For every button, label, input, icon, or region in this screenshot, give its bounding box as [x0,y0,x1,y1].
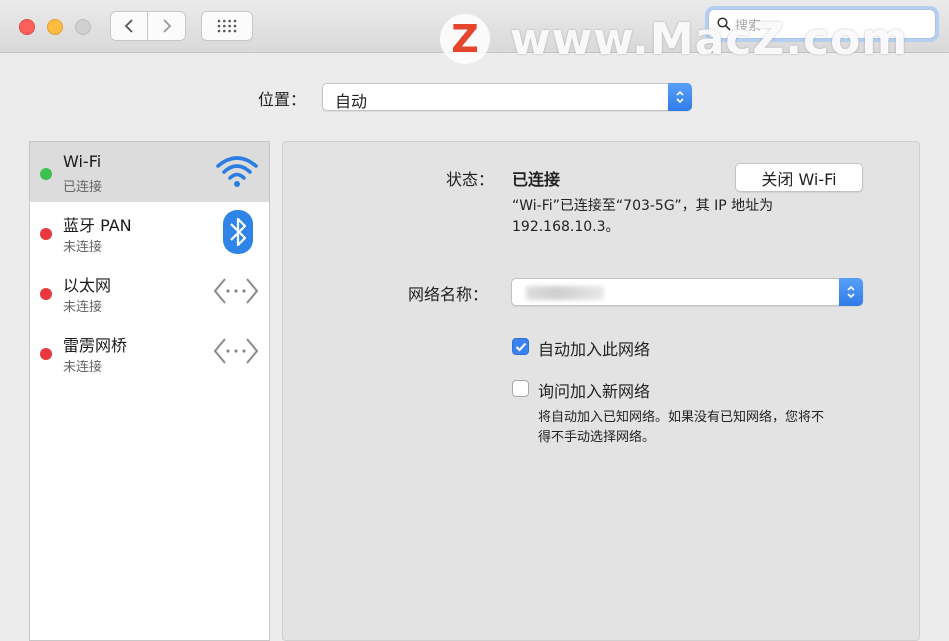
location-label: 位置： [258,90,307,109]
ethernet-icon [213,278,259,304]
status-dot [40,168,52,180]
service-name: Wi-Fi [63,152,102,171]
location-popup[interactable]: 自动 [322,83,692,111]
popup-stepper-icon [668,83,692,111]
network-name-value-redacted [526,286,604,300]
zoom-window-button[interactable] [75,19,91,35]
status-dot [40,228,52,240]
status-value: 已连接 [512,170,561,189]
ask-join-description-line1: 将自动加入已知网络。如果没有已知网络，您将不 [538,410,825,425]
turn-off-wifi-button[interactable]: 关闭 Wi-Fi [735,163,863,192]
service-name: 雷雳网桥 [63,336,128,355]
service-item-wifi[interactable]: Wi-Fi 已连接 [30,142,269,202]
chevron-right-icon [162,19,171,33]
service-status: 未连接 [63,240,103,255]
ask-join-label[interactable]: 询问加入新网络 [538,378,650,402]
service-list[interactable]: Wi-Fi 已连接 蓝牙 PAN 未连接 以太网 未连接 雷雳网桥 未连接 [29,141,270,641]
grid-icon [217,19,237,33]
watermark: Z www.MacZ.com [440,12,908,66]
service-status: 未连接 [63,300,103,315]
service-item-ethernet[interactable]: 以太网 未连接 [30,262,269,322]
status-description-line1: “Wi-Fi”已连接至“703-5G”，其 IP 地址为 [512,198,774,214]
detail-pane: 状态： 已连接 关闭 Wi-Fi “Wi-Fi”已连接至“703-5G”，其 I… [282,141,920,641]
status-dot [40,348,52,360]
location-value: 自动 [335,92,368,111]
back-button[interactable] [110,11,148,41]
status-label: 状态： [446,170,495,189]
bluetooth-icon [223,210,253,254]
show-all-button[interactable] [201,11,253,41]
wifi-icon [216,156,258,187]
watermark-text: www.MacZ.com [510,13,909,65]
minimize-window-button[interactable] [47,19,63,35]
ask-join-description-line2: 得不手动选择网络。 [538,430,656,445]
auto-join-label[interactable]: 自动加入此网络 [538,336,650,360]
ask-join-checkbox[interactable] [512,380,529,397]
chevron-left-icon [124,19,133,33]
forward-button[interactable] [148,11,186,41]
service-status: 已连接 [63,180,103,195]
thunderbolt-bridge-icon [213,338,259,364]
service-item-bluetooth-pan[interactable]: 蓝牙 PAN 未连接 [30,202,269,262]
status-description-line2: 192.168.10.3。 [512,219,620,235]
navigation-buttons [110,11,186,41]
service-status: 未连接 [63,360,103,375]
watermark-logo-icon: Z [440,14,490,64]
popup-stepper-icon [839,278,863,306]
service-item-thunderbolt-bridge[interactable]: 雷雳网桥 未连接 [30,322,269,382]
checkmark-icon [515,342,526,351]
status-dot [40,288,52,300]
network-name-popup[interactable] [511,278,863,306]
title-bar: 搜索 Z www.MacZ.com [0,0,949,65]
auto-join-checkbox[interactable] [512,338,529,355]
service-name: 以太网 [63,276,112,295]
close-window-button[interactable] [19,19,35,35]
service-name: 蓝牙 PAN [63,216,132,235]
network-name-label: 网络名称： [408,285,489,304]
